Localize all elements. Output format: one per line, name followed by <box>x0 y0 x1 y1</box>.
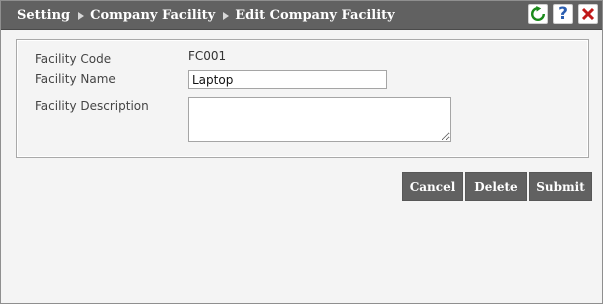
title-bar: Setting Company Facility Edit Company Fa… <box>1 1 602 30</box>
facility-form-panel: Facility Code FC001 Facility Name Facili… <box>16 39 589 158</box>
facility-description-label: Facility Description <box>35 99 149 113</box>
toolbar-icons: ? <box>528 4 598 24</box>
refresh-button[interactable] <box>528 4 548 24</box>
breadcrumb-arrow-icon <box>223 12 230 20</box>
help-button[interactable]: ? <box>553 4 573 24</box>
edit-facility-window: Setting Company Facility Edit Company Fa… <box>0 0 603 304</box>
facility-name-input[interactable] <box>188 70 387 89</box>
close-button[interactable] <box>578 4 598 24</box>
submit-button[interactable]: Submit <box>529 172 592 201</box>
facility-name-label: Facility Name <box>35 72 116 86</box>
facility-code-label: Facility Code <box>35 52 112 66</box>
cancel-button[interactable]: Cancel <box>402 172 463 201</box>
facility-code-value: FC001 <box>188 49 227 63</box>
help-icon: ? <box>558 4 568 24</box>
breadcrumb-arrow-icon <box>78 12 85 20</box>
breadcrumb-edit-company-facility: Edit Company Facility <box>235 7 395 23</box>
facility-description-textarea[interactable] <box>188 97 451 142</box>
breadcrumb-company-facility[interactable]: Company Facility <box>90 8 215 23</box>
breadcrumb-setting[interactable]: Setting <box>17 8 70 23</box>
refresh-icon <box>531 6 545 21</box>
delete-button[interactable]: Delete <box>465 172 527 201</box>
close-icon <box>581 7 595 21</box>
breadcrumb: Setting Company Facility Edit Company Fa… <box>17 1 395 29</box>
